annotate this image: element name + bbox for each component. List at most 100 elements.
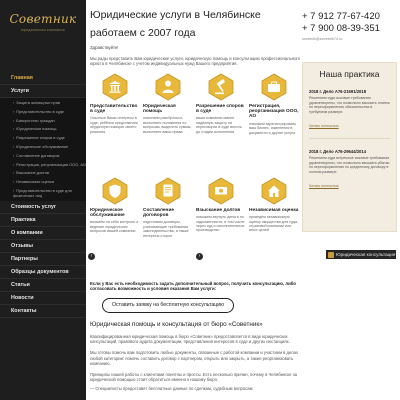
chat-icon [328, 251, 334, 258]
practice-title: Наша практика [319, 69, 380, 79]
subnav-item[interactable]: › Банкротство граждан [0, 117, 86, 126]
arrow-icon: › [13, 101, 15, 106]
subnav-item[interactable]: › Взыскание долгов [0, 169, 86, 178]
subnav-item[interactable]: › Защита жилищных прав [0, 99, 86, 108]
arrow-icon: › [13, 171, 15, 176]
case-read-more-link[interactable]: Читать полностью [309, 124, 339, 128]
main-nav: Главная Услуги › Защита жилищных прав › Пр… [0, 72, 86, 319]
bullet-item: — Специалисты предоставят бесплатные дан… [90, 385, 253, 391]
nav-item-contacts[interactable]: Контакты [0, 305, 86, 319]
service-card[interactable]: Разрешение споров в суде ваши компании и… [196, 73, 246, 173]
slider-prev-button[interactable]: ‹ [88, 253, 95, 260]
service-card[interactable]: Регистрация, реорганизация ООО, АО помож… [249, 73, 299, 173]
case-text: Решением суда встречные исковые требован… [309, 156, 390, 174]
briefcase-icon [261, 73, 287, 101]
practice-case: 2018 г. Дело А76-21691/2018 Решением суд… [309, 89, 390, 132]
service-desc: Опытные Ваши интересы в суде, ребёнка пр… [90, 116, 139, 134]
section-paragraph: Квалифицированная юридическая помощь в б… [90, 333, 290, 344]
case-number: 2018 г. Дело А76-21691/2018 [309, 89, 367, 94]
phone-number[interactable]: + 7 912 77-67-420 [302, 11, 380, 22]
arrow-icon: › [13, 153, 15, 158]
service-title: Разрешение споров в суде [196, 103, 244, 115]
service-title: Независимая оценка [249, 207, 299, 213]
service-desc: поможем зарегистрировать ваш бизнес, изм… [249, 121, 297, 135]
service-desc: проведём независимую оценку имущества дл… [249, 215, 298, 233]
service-title: Юридическая помощь [143, 103, 176, 115]
nav-item-services[interactable]: Услуги [0, 85, 86, 98]
consultant-icon [155, 73, 181, 101]
logo-subtitle: юридическая компания [20, 28, 65, 32]
nav-item-about[interactable]: О компании [0, 227, 86, 241]
arrow-icon: › [13, 109, 15, 114]
case-number: 2018 г. Дело А76-29644/2014 [309, 149, 367, 154]
nav-item-reviews[interactable]: Отзывы [0, 240, 86, 254]
nav-item-home[interactable]: Главная [0, 72, 86, 85]
subnav-item[interactable]: › Регистрация, реорганизация ООО, АО [0, 160, 86, 169]
service-desc: возьмём на себя контроль и ведение юриди… [90, 220, 139, 234]
section-title: Юридическая помощь и консультация от бюр… [90, 320, 263, 328]
service-card[interactable]: Юридическое обслуживание возьмём на себя… [90, 177, 140, 277]
free-consultation-button[interactable]: Оставить заявку на бесплатную консультац… [102, 297, 234, 313]
service-card[interactable]: Составление договоров подготовим договор… [143, 177, 193, 277]
case-text: Решением суда исковые требования удовлет… [309, 96, 390, 114]
arrow-icon: › [13, 127, 15, 132]
main-content: Юридические услуги в Челябинске работаем… [90, 0, 302, 391]
cta-text: Если у Вас есть необходимость задать доп… [90, 280, 297, 292]
arrow-icon: › [13, 118, 15, 123]
nav-item-practice[interactable]: Практика [0, 214, 86, 228]
nav-item-partners[interactable]: Партнеры [0, 253, 86, 267]
legal-consultation-button[interactable]: Юридическая консультация [326, 250, 396, 259]
subnav-item[interactable]: › Юридическое обслуживание [0, 143, 86, 152]
left-sidebar: Советник юридическая компания Главная Ус… [0, 0, 86, 400]
greeting: Здравствуйте! [90, 45, 119, 50]
logo[interactable]: Советник юридическая компания [0, 0, 86, 44]
house-icon [261, 177, 287, 205]
services-subnav: › Защита жилищных прав › Представительство… [0, 98, 86, 202]
service-desc: помогаем разобраться, выполнить положени… [143, 116, 192, 134]
services-grid: Представительство в суде Опытные Ваши ин… [90, 73, 302, 277]
subnav-item[interactable]: › Независимая оценка [0, 178, 86, 187]
service-desc: подготовим договоры, учитывающие требова… [143, 220, 189, 238]
courthouse-icon [102, 73, 128, 101]
phone-number[interactable]: + 7 900 08-39-351 [302, 23, 380, 34]
gavel-icon [208, 73, 234, 101]
money-icon [208, 177, 234, 205]
shield-icon [102, 177, 128, 205]
service-card[interactable]: Взыскание долгов поможем вернуть деньги … [196, 177, 246, 277]
logo-text: Советник [9, 12, 77, 26]
subnav-item[interactable]: › Разрешение споров в суде [0, 134, 86, 143]
service-card[interactable]: Представительство в суде Опытные Ваши ин… [90, 73, 140, 173]
intro-text: Мы рады представить Вам юридические услу… [90, 56, 301, 67]
nav-item-prices[interactable]: Стоимость услуг [0, 201, 86, 215]
nav-item-samples[interactable]: Образцы документов [0, 266, 86, 280]
service-title: Взыскание долгов [196, 207, 241, 213]
practice-panel: Наша практика 2018 г. Дело А76-21691/201… [302, 62, 397, 232]
service-desc: поможем вернуть деньги по задолженности,… [196, 215, 245, 233]
arrow-icon: › [13, 136, 15, 141]
arrow-icon: › [13, 145, 15, 149]
section-paragraph: Мы готовы помочь вам подготовить любые д… [90, 350, 299, 366]
section-paragraph: Принципы нашей работы с клиентами понятн… [90, 372, 297, 383]
nav-item-news[interactable]: Новости [0, 292, 86, 306]
page-subtitle: работаем с 2007 года [90, 27, 196, 39]
email-link[interactable]: sovetnik@sovetnik74.ru [302, 37, 342, 41]
service-title: Представительство в суде [90, 103, 138, 115]
subnav-item[interactable]: › Представительство в суде для физических… [0, 187, 86, 200]
subnav-item[interactable]: › Юридическая помощь [0, 125, 86, 134]
subnav-item[interactable]: › Составление договоров [0, 152, 86, 161]
service-title: Составление договоров [143, 207, 175, 219]
subnav-item[interactable]: › Представительство в суде [0, 108, 86, 117]
slider-next-button[interactable]: › [196, 253, 203, 260]
document-icon [155, 177, 181, 205]
nav-item-articles[interactable]: Статьи [0, 279, 86, 293]
arrow-icon: › [13, 162, 15, 167]
case-read-more-link[interactable]: Читать полностью [309, 184, 339, 188]
divider [309, 138, 390, 139]
service-title: Регистрация, реорганизация ООО, АО [249, 103, 299, 120]
service-title: Юридическое обслуживание [90, 207, 125, 219]
service-card[interactable]: Юридическая помощь помогаем разобраться,… [143, 73, 193, 173]
arrow-icon: › [13, 180, 15, 185]
practice-case: 2018 г. Дело А76-29644/2014 Решением суд… [309, 149, 390, 192]
service-card[interactable]: Независимая оценка проведём независимую … [249, 177, 299, 277]
service-desc: ваши компании имеют надёжную защиту на п… [196, 116, 242, 134]
